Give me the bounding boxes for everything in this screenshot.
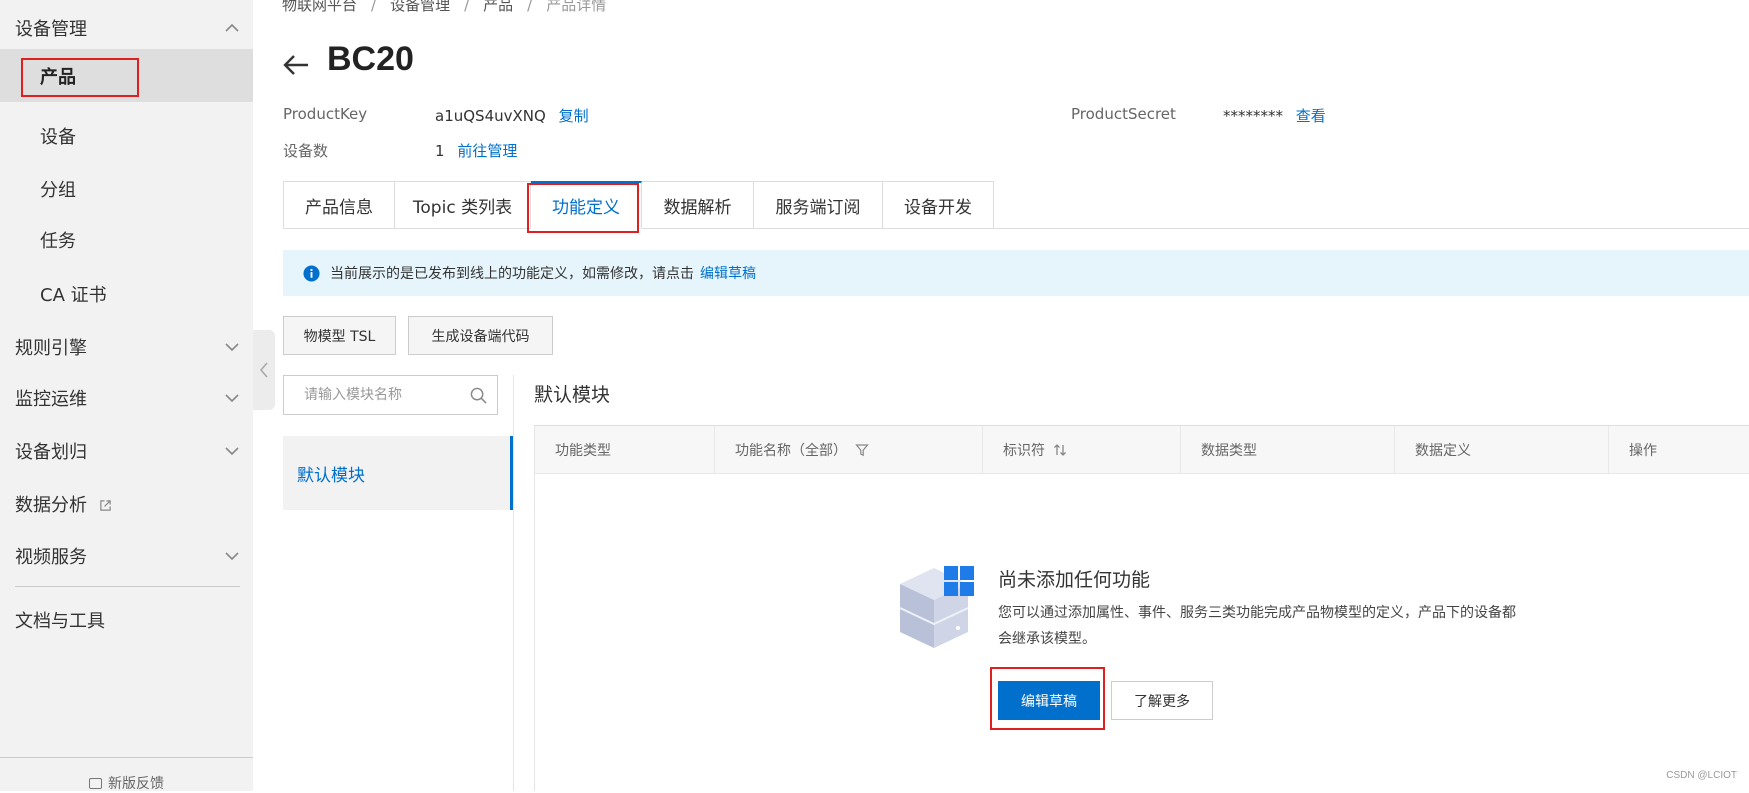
sidebar-item-data-analysis[interactable]: 数据分析 — [0, 477, 253, 530]
sort-icon[interactable] — [1053, 443, 1067, 457]
device-count-label: 设备数 — [283, 142, 329, 160]
tab-function-definition[interactable]: 功能定义 — [531, 181, 642, 229]
search-icon[interactable] — [470, 387, 487, 404]
chevron-down-icon — [225, 551, 239, 560]
tab-bar: 产品信息 Topic 类列表 功能定义 数据解析 服务端订阅 设备开发 — [283, 181, 994, 229]
product-secret-value-wrap: ******** 查看 — [1223, 105, 1326, 126]
breadcrumb-item[interactable]: 物联网平台 — [282, 0, 357, 14]
column-header-data-definition: 数据定义 — [1394, 426, 1608, 474]
product-key-label: ProductKey — [283, 105, 368, 123]
column-header-actions: 操作 — [1608, 426, 1749, 474]
product-secret-label: ProductSecret — [1071, 105, 1176, 123]
sidebar-item-label: 设备 — [40, 126, 76, 148]
info-notice: 当前展示的是已发布到线上的功能定义，如需修改，请点击 编辑草稿 — [283, 250, 1749, 296]
sidebar-divider — [15, 586, 240, 587]
product-key-value: a1uQS4uvXNQ — [435, 107, 546, 125]
column-header-label: 功能类型 — [555, 443, 611, 459]
device-count-value: 1 — [435, 142, 445, 160]
feedback-link[interactable]: 新版反馈 — [0, 757, 253, 793]
tab-product-info[interactable]: 产品信息 — [283, 181, 395, 229]
view-secret-link[interactable]: 查看 — [1296, 107, 1326, 125]
chevron-down-icon — [225, 342, 239, 351]
tsl-button[interactable]: 物模型 TSL — [283, 316, 396, 355]
section-title: 默认模块 — [534, 384, 611, 406]
sidebar-item-label: 分组 — [40, 179, 76, 201]
chevron-up-icon — [225, 23, 239, 32]
back-arrow-icon[interactable] — [282, 52, 310, 78]
sidebar-item-ca-certificates[interactable]: CA 证书 — [0, 267, 253, 320]
info-icon — [303, 264, 320, 282]
sidebar-item-groups[interactable]: 分组 — [0, 162, 253, 215]
sidebar-item-label: 设备划归 — [15, 441, 87, 463]
filter-icon[interactable] — [855, 443, 869, 457]
column-header-function-type: 功能类型 — [535, 426, 714, 474]
sidebar-item-label: 视频服务 — [15, 546, 87, 568]
tab-topic-list[interactable]: Topic 类列表 — [395, 181, 531, 229]
sidebar-item-docs-tools[interactable]: 文档与工具 — [0, 593, 253, 646]
column-header-identifier[interactable]: 标识符 — [982, 426, 1180, 474]
chevron-left-icon — [259, 362, 268, 378]
sidebar: 设备管理 产品 设备 分组 任务 CA 证书 规则引擎 监控运维 设备划归 数据… — [0, 0, 253, 793]
sidebar-item-device-assignment[interactable]: 设备划归 — [0, 424, 253, 477]
edit-draft-link[interactable]: 编辑草稿 — [700, 263, 756, 283]
feedback-label: 新版反馈 — [108, 776, 164, 792]
sidebar-item-label: 监控运维 — [15, 388, 87, 410]
table-header: 功能类型 功能名称（全部） 标识符 数据类型 数据定义 操作 — [535, 426, 1749, 474]
sidebar-item-label: 任务 — [40, 230, 76, 252]
module-search — [283, 375, 498, 415]
product-secret-value: ******** — [1223, 107, 1283, 125]
module-list-item[interactable]: 默认模块 — [283, 436, 513, 510]
column-header-label: 数据类型 — [1201, 443, 1257, 459]
sidebar-item-label: 数据分析 — [15, 494, 87, 516]
sidebar-item-rules-engine[interactable]: 规则引擎 — [0, 320, 253, 373]
manage-devices-link[interactable]: 前往管理 — [457, 142, 517, 160]
sidebar-item-tasks[interactable]: 任务 — [0, 213, 253, 266]
column-header-label: 数据定义 — [1415, 443, 1471, 459]
notice-text: 当前展示的是已发布到线上的功能定义，如需修改，请点击 — [330, 266, 694, 282]
page-title: BC20 — [327, 40, 414, 78]
chevron-down-icon — [225, 446, 239, 455]
sidebar-item-label-wrap: 数据分析 — [15, 491, 112, 517]
column-header-label: 功能名称（全部） — [735, 443, 847, 459]
sidebar-item-devices[interactable]: 设备 — [0, 109, 253, 162]
breadcrumb-item[interactable]: 产品 — [483, 0, 513, 14]
empty-state-description: 您可以通过添加属性、事件、服务三类功能完成产品物模型的定义，产品下的设备都会继承… — [998, 605, 1516, 647]
sidebar-item-label: CA 证书 — [40, 284, 107, 306]
breadcrumb-current: 产品详情 — [546, 0, 607, 14]
generate-device-code-button[interactable]: 生成设备端代码 — [408, 316, 553, 355]
device-count-value-wrap: 1 前往管理 — [435, 140, 517, 161]
breadcrumb: 物联网平台 / 设备管理 / 产品 / 产品详情 — [282, 0, 606, 15]
sidebar-item-monitoring[interactable]: 监控运维 — [0, 371, 253, 424]
sidebar-item-products[interactable]: 产品 — [0, 49, 253, 102]
edit-draft-button[interactable]: 编辑草稿 — [998, 681, 1100, 720]
column-header-function-name[interactable]: 功能名称（全部） — [714, 426, 982, 474]
module-search-input[interactable] — [285, 377, 465, 413]
column-header-label: 标识符 — [1003, 443, 1045, 459]
learn-more-button[interactable]: 了解更多 — [1111, 681, 1213, 720]
tab-data-parsing[interactable]: 数据解析 — [642, 181, 754, 229]
sidebar-item-label: 设备管理 — [15, 18, 87, 40]
sidebar-item-label: 规则引擎 — [15, 337, 87, 359]
column-header-data-type: 数据类型 — [1180, 426, 1394, 474]
copy-link[interactable]: 复制 — [559, 107, 589, 125]
empty-state-title: 尚未添加任何功能 — [998, 569, 1151, 591]
tab-server-subscription[interactable]: 服务端订阅 — [754, 181, 883, 229]
empty-state-illustration — [899, 566, 974, 648]
product-key-value-wrap: a1uQS4uvXNQ 复制 — [435, 105, 589, 126]
column-header-label: 操作 — [1629, 443, 1657, 459]
sidebar-item-video-service[interactable]: 视频服务 — [0, 529, 253, 582]
sidebar-item-label: 文档与工具 — [15, 610, 105, 632]
breadcrumb-item[interactable]: 设备管理 — [390, 0, 450, 14]
sidebar-collapse-handle[interactable] — [253, 330, 275, 410]
module-divider — [513, 375, 514, 791]
external-link-icon — [99, 500, 111, 511]
feedback-icon — [89, 778, 102, 789]
tab-device-development[interactable]: 设备开发 — [883, 181, 994, 229]
watermark: CSDN @LCIOT — [1666, 770, 1737, 781]
sidebar-item-device-management[interactable]: 设备管理 — [0, 1, 253, 54]
sidebar-item-label: 产品 — [40, 66, 76, 88]
chevron-down-icon — [225, 393, 239, 402]
